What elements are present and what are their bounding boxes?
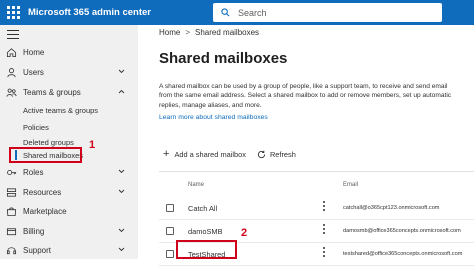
sidebar-item-billing[interactable]: Billing: [0, 221, 138, 241]
row-checkbox[interactable]: [166, 204, 174, 212]
row-name[interactable]: damoSMB: [188, 227, 223, 236]
chevron-down-icon: [118, 69, 125, 74]
search-icon: [221, 8, 230, 17]
sidebar-subitem-label: Policies: [23, 122, 49, 132]
learn-more-link[interactable]: Learn more about shared mailboxes: [159, 114, 268, 121]
resources-icon: [6, 188, 17, 197]
refresh-button[interactable]: Refresh: [246, 150, 296, 159]
page-title: Shared mailboxes: [159, 50, 288, 67]
support-icon: [6, 247, 17, 255]
sidebar-item-label: Roles: [23, 167, 44, 177]
row-checkbox[interactable]: [166, 227, 174, 235]
marketplace-icon: [6, 207, 17, 217]
add-shared-mailbox-label: Add a shared mailbox: [174, 150, 246, 159]
column-header-name[interactable]: Name: [188, 182, 204, 188]
description-line: replies, manage aliases, and more.: [159, 101, 262, 109]
more-actions-icon[interactable]: [323, 201, 326, 213]
page-description: A shared mailbox can be used by a group …: [159, 82, 474, 110]
row-email: catchall@o365cpt123.onmicrosoft.com: [343, 205, 440, 211]
plus-icon: +: [163, 148, 170, 160]
teams-icon: [6, 88, 17, 97]
more-actions-icon[interactable]: [323, 247, 326, 259]
sidebar-item-resources[interactable]: Resources: [0, 182, 138, 202]
main-content: Home > Shared mailboxes Shared mailboxes…: [138, 25, 474, 266]
sidebar-item-roles[interactable]: Roles: [0, 162, 138, 182]
sidebar-item-teams-groups[interactable]: Teams & groups: [0, 82, 138, 102]
chevron-down-icon: [118, 228, 125, 233]
sidebar-item-label: Home: [23, 47, 45, 57]
row-checkbox[interactable]: [166, 250, 174, 258]
row-email: damosmb@office365concepts.onmicrosoft.co…: [343, 228, 461, 234]
description-line: from the same email address. Select a sh…: [159, 92, 452, 100]
top-bar: Microsoft 365 admin center Search: [0, 0, 474, 25]
search-placeholder: Search: [238, 7, 267, 18]
waffle-icon: [6, 6, 20, 19]
sidebar-item-label: Billing: [23, 226, 45, 236]
sidebar-item-label: Marketplace: [23, 206, 67, 216]
breadcrumb: Home > Shared mailboxes: [159, 28, 259, 37]
annotation-number-2: 2: [241, 227, 248, 239]
add-shared-mailbox-button[interactable]: + Add a shared mailbox: [163, 149, 246, 160]
refresh-label: Refresh: [269, 150, 296, 159]
sidebar-item-label: Users: [23, 67, 44, 77]
refresh-icon: [257, 150, 266, 159]
hamburger-menu-icon[interactable]: [7, 30, 19, 42]
sidebar-item-home[interactable]: Home: [0, 42, 138, 62]
sidebar-item-support[interactable]: Support: [0, 240, 138, 260]
sidebar-item-users[interactable]: Users: [0, 62, 138, 82]
breadcrumb-home[interactable]: Home: [159, 28, 180, 37]
annotation-box-2: [176, 240, 237, 259]
chevron-down-icon: [118, 169, 125, 174]
sidebar-item-label: Resources: [23, 187, 62, 197]
divider: [159, 171, 474, 172]
sidebar-item-label: Teams & groups: [23, 87, 81, 97]
breadcrumb-separator-icon: >: [185, 28, 191, 37]
chevron-down-icon: [118, 189, 125, 194]
app-launcher-button[interactable]: [0, 0, 26, 25]
sidebar-subitem-label: Active teams & groups: [23, 105, 99, 115]
row-email: testshared@office365concepts.onmicrosoft…: [343, 251, 463, 257]
description-line: A shared mailbox can be used by a group …: [159, 83, 448, 90]
chevron-down-icon: [118, 247, 125, 252]
sidebar-item-label: Support: [23, 245, 52, 255]
key-icon: [7, 169, 17, 176]
row-name[interactable]: Catch All: [188, 204, 217, 213]
search-box[interactable]: Search: [213, 3, 442, 22]
annotation-box-1: [9, 147, 82, 163]
app-title[interactable]: Microsoft 365 admin center: [28, 7, 151, 18]
sidebar-item-marketplace[interactable]: Marketplace: [0, 201, 138, 221]
home-icon: [6, 48, 17, 58]
user-icon: [7, 68, 16, 78]
sidebar: Home Users Teams & groups Active teams &…: [0, 25, 138, 259]
more-actions-icon[interactable]: [323, 224, 326, 236]
billing-icon: [6, 228, 17, 236]
chevron-up-icon: [118, 89, 125, 94]
table-row[interactable]: Catch All catchall@o365cpt123.onmicrosof…: [159, 197, 474, 220]
annotation-number-1: 1: [89, 139, 96, 151]
breadcrumb-current: Shared mailboxes: [195, 28, 260, 37]
column-header-email[interactable]: Email: [343, 182, 358, 188]
command-bar: + Add a shared mailbox Refresh: [163, 149, 296, 160]
